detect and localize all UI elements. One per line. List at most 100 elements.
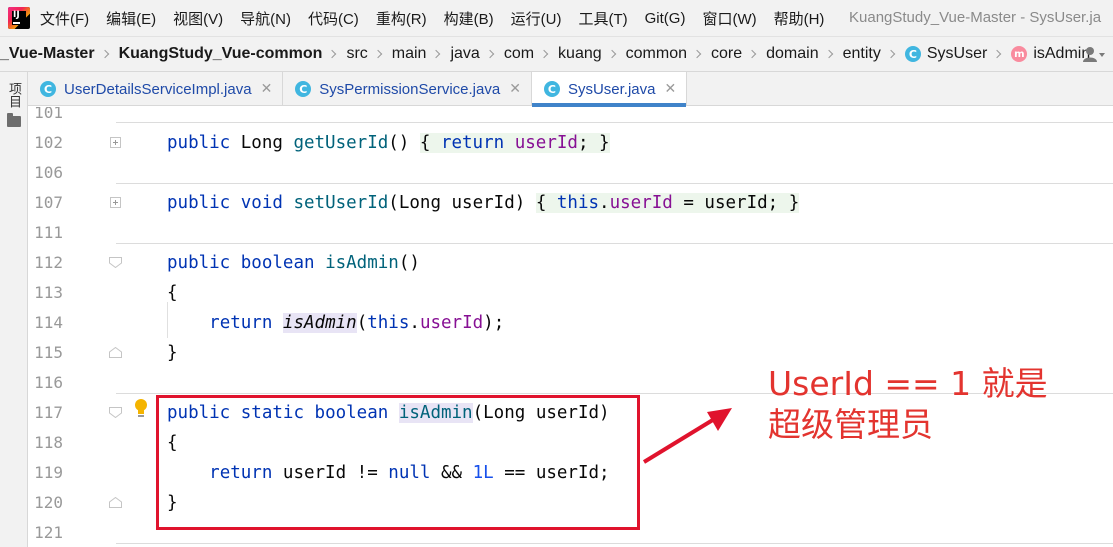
code-line[interactable]: 112 public boolean isAdmin() xyxy=(28,248,1113,278)
left-tool-strip: 项目 xyxy=(0,72,28,547)
code-line[interactable]: 114 return isAdmin(this.userId); xyxy=(28,308,1113,338)
fold-end-icon[interactable] xyxy=(109,347,122,358)
code-text: public Long getUserId() { return userId;… xyxy=(167,133,610,153)
menu-refactor[interactable]: 重构(R) xyxy=(376,8,427,29)
menu-run[interactable]: 运行(U) xyxy=(511,8,562,29)
annotation-line-1: UserId == 1 就是 xyxy=(768,364,1048,403)
class-icon: C xyxy=(295,81,312,97)
fold-expand-icon[interactable] xyxy=(110,137,121,148)
line-number: 115 xyxy=(34,343,63,362)
chevron-right-icon xyxy=(993,49,1002,59)
menu-window[interactable]: 窗口(W) xyxy=(702,8,756,29)
menu-tools[interactable]: 工具(T) xyxy=(578,8,627,29)
breadcrumb-item-sysuser[interactable]: C SysUser xyxy=(904,45,987,63)
line-number: 101 xyxy=(34,107,63,122)
chevron-right-icon xyxy=(747,49,757,59)
code-text: } xyxy=(167,343,178,363)
line-number: 102 xyxy=(34,133,63,152)
chevron-right-icon xyxy=(328,49,337,59)
menu-view[interactable]: 视图(V) xyxy=(173,8,223,29)
method-separator xyxy=(116,122,1113,123)
class-icon: C xyxy=(543,81,560,97)
method-icon: m xyxy=(1011,46,1028,62)
user-icon[interactable] xyxy=(1083,45,1105,63)
breadcrumb-item-isadmin[interactable]: m isAdmin xyxy=(1011,45,1090,63)
menu-help[interactable]: 帮助(H) xyxy=(774,8,825,29)
annotation-highlight-box xyxy=(156,395,640,530)
chevron-right-icon xyxy=(100,49,109,59)
line-number: 111 xyxy=(34,223,63,242)
code-line[interactable]: 113 { xyxy=(28,278,1113,308)
line-number: 107 xyxy=(34,193,63,212)
annotation-text: UserId == 1 就是 超级管理员 xyxy=(768,363,1048,445)
fold-collapse-icon[interactable] xyxy=(109,257,122,268)
class-icon: C xyxy=(40,81,56,97)
method-separator xyxy=(116,543,1113,544)
editor-tabs: C UserDetailsServiceImpl.java ✕ C SysPer… xyxy=(28,72,1113,107)
close-icon[interactable]: ✕ xyxy=(261,81,273,97)
annotation-line-2: 超级管理员 xyxy=(768,405,933,444)
tab-label: SysPermissionService.java xyxy=(319,80,501,98)
menu-file[interactable]: 文件(F) xyxy=(40,8,89,29)
chevron-right-icon xyxy=(373,49,383,59)
folder-icon[interactable] xyxy=(7,113,21,127)
code-text: return isAdmin(this.userId); xyxy=(209,313,505,333)
breadcrumb-item[interactable]: KuangStudy_Vue-common xyxy=(119,45,323,63)
menu-edit[interactable]: 编辑(E) xyxy=(106,8,156,29)
line-number: 121 xyxy=(34,523,63,542)
line-number: 119 xyxy=(34,463,63,482)
line-number: 114 xyxy=(34,313,63,332)
intellij-logo-icon[interactable]: IJ xyxy=(8,7,30,29)
window-title: KuangStudy_Vue-Master - SysUser.ja xyxy=(849,9,1102,26)
chevron-right-icon xyxy=(539,49,549,59)
tab-syspermissionservice[interactable]: C SysPermissionService.java ✕ xyxy=(283,72,532,106)
line-number: 117 xyxy=(34,403,63,422)
code-text: public void setUserId(Long userId) { thi… xyxy=(167,193,800,213)
code-text: { xyxy=(167,283,178,303)
line-number: 106 xyxy=(34,163,63,182)
breadcrumb-item[interactable]: core xyxy=(711,45,742,63)
breadcrumb-item[interactable]: main xyxy=(392,45,427,63)
menu-navigate[interactable]: 导航(N) xyxy=(240,8,291,29)
method-separator xyxy=(116,183,1113,184)
project-label: 项目 xyxy=(7,82,22,108)
breadcrumb-item[interactable]: java xyxy=(450,45,479,63)
chevron-right-icon xyxy=(692,49,702,59)
breadcrumb-item[interactable]: com xyxy=(504,45,534,63)
method-separator xyxy=(116,243,1113,244)
chevron-right-icon xyxy=(886,49,896,59)
breadcrumb-item[interactable]: entity xyxy=(843,45,881,63)
fold-collapse-icon[interactable] xyxy=(109,407,122,418)
fold-end-icon[interactable] xyxy=(109,497,122,508)
menu-bar: IJ 文件(F) 编辑(E) 视图(V) 导航(N) 代码(C) 重构(R) 构… xyxy=(0,0,1113,36)
tab-sysuser[interactable]: C SysUser.java ✕ xyxy=(531,72,688,107)
tab-label: UserDetailsServiceImpl.java xyxy=(64,80,252,98)
line-number: 120 xyxy=(34,493,63,512)
tab-label: SysUser.java xyxy=(567,80,656,98)
close-icon[interactable]: ✕ xyxy=(509,81,521,97)
chevron-right-icon xyxy=(824,49,833,59)
menu-build[interactable]: 构建(B) xyxy=(444,8,494,29)
breadcrumb-item[interactable]: common xyxy=(626,45,687,63)
line-number: 112 xyxy=(34,253,63,272)
line-number: 113 xyxy=(34,283,63,302)
code-line[interactable]: 102 public Long getUserId() { return use… xyxy=(28,128,1113,158)
lightbulb-icon[interactable] xyxy=(133,398,149,418)
tab-userdetailsserviceimpl[interactable]: C UserDetailsServiceImpl.java ✕ xyxy=(28,72,284,106)
breadcrumb-item[interactable]: _Vue-Master xyxy=(0,45,95,63)
code-text: public boolean isAdmin() xyxy=(167,253,420,273)
breadcrumb-item[interactable]: src xyxy=(346,45,367,63)
code-line: 101 xyxy=(28,107,1113,128)
fold-expand-icon[interactable] xyxy=(110,197,121,208)
class-icon: C xyxy=(904,46,921,62)
chevron-right-icon xyxy=(432,49,441,59)
line-number: 118 xyxy=(34,433,63,452)
menu-git[interactable]: Git(G) xyxy=(645,10,686,27)
chevron-right-icon xyxy=(485,49,495,59)
breadcrumb-item[interactable]: domain xyxy=(766,45,818,63)
code-line[interactable]: 107 public void setUserId(Long userId) {… xyxy=(28,188,1113,218)
menu-code[interactable]: 代码(C) xyxy=(308,8,359,29)
breadcrumb-item[interactable]: kuang xyxy=(558,45,602,63)
chevron-right-icon xyxy=(607,49,616,59)
close-icon[interactable]: ✕ xyxy=(664,81,676,97)
